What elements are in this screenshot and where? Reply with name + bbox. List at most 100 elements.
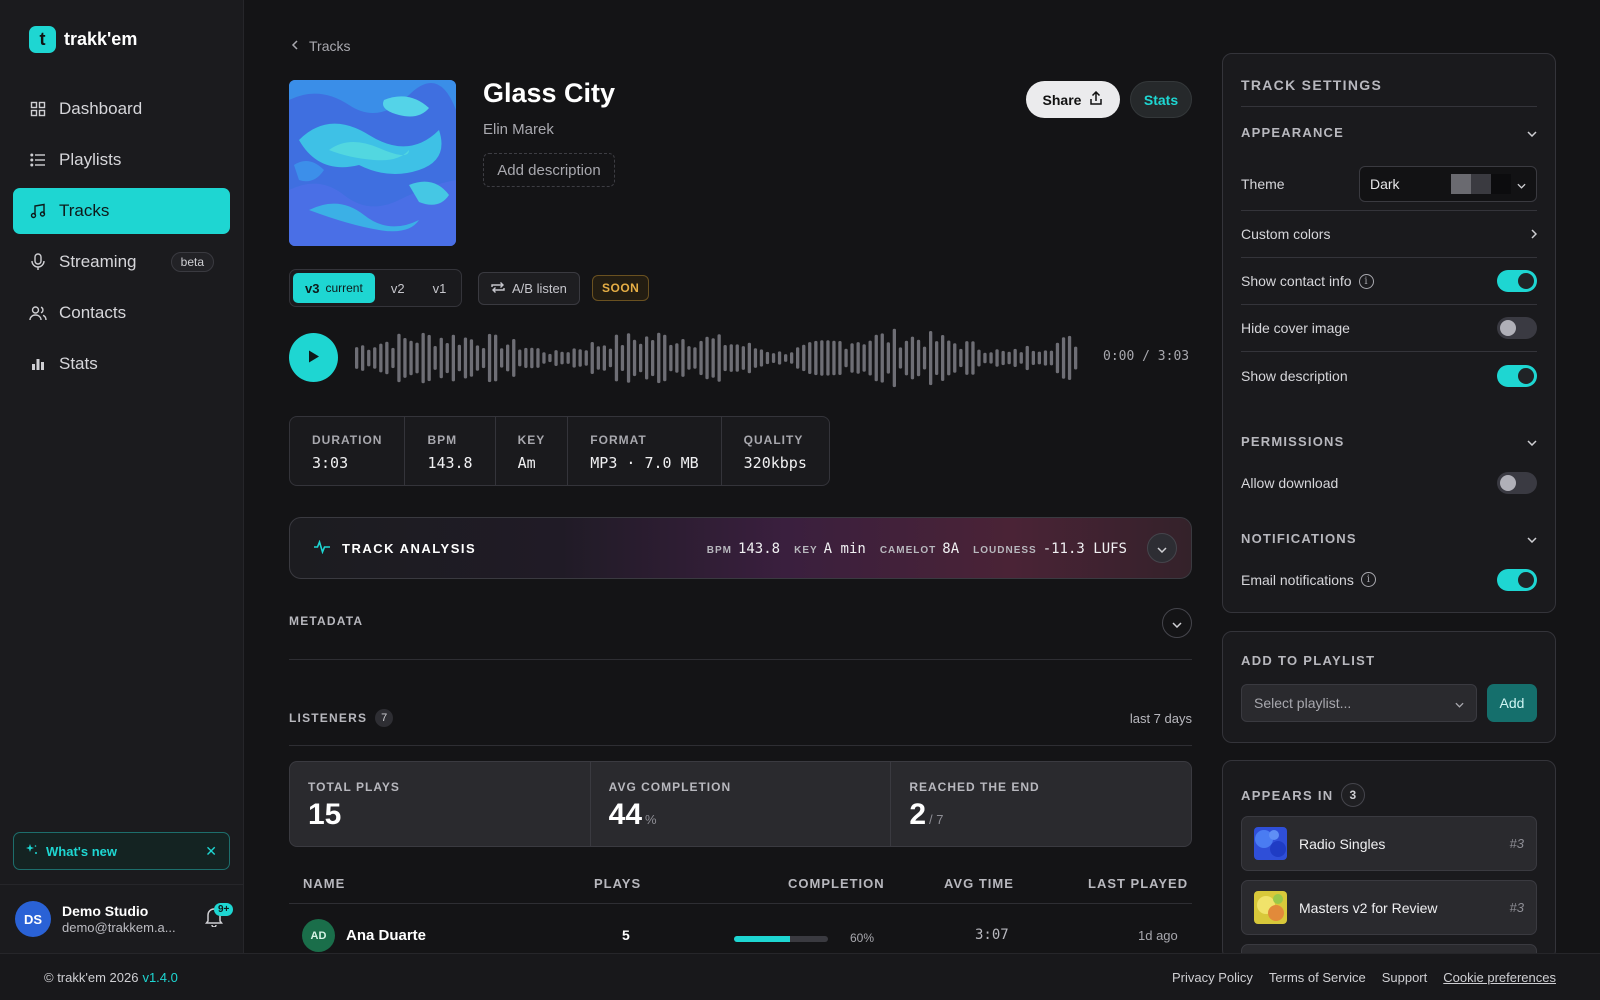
- chevron-down-icon: [1517, 176, 1526, 192]
- stats-button[interactable]: Stats: [1130, 81, 1192, 118]
- metadata-section[interactable]: METADATA: [289, 608, 1192, 660]
- completion-percent: 60%: [850, 931, 875, 945]
- expand-metadata-button[interactable]: [1162, 608, 1192, 638]
- close-icon[interactable]: ✕: [205, 843, 217, 860]
- list-item[interactable]: Masters v2 for Review #3: [1241, 880, 1537, 935]
- play-button[interactable]: [289, 333, 338, 382]
- waveform-bar: [717, 334, 721, 382]
- waveform-bar: [753, 348, 758, 368]
- sidebar: t trakk'em Dashboard Playlists Tracks St…: [0, 0, 244, 953]
- version-v1-button[interactable]: v1: [421, 273, 459, 303]
- app-name: trakk'em: [64, 29, 138, 49]
- waveform-bar: [379, 343, 383, 373]
- waveform-bar: [711, 338, 715, 378]
- sidebar-item-streaming[interactable]: Streaming beta: [13, 239, 230, 285]
- list-item[interactable]: Radio Singles #3: [1241, 816, 1537, 871]
- footer-copyright: © trakk'em 2026: [44, 969, 139, 985]
- listener-name: Ana Duarte: [346, 927, 427, 944]
- stat-avg-completion: AVG COMPLETION 44%: [591, 762, 892, 846]
- info-icon[interactable]: i: [1358, 273, 1374, 289]
- waveform[interactable]: [355, 326, 1080, 390]
- chevron-down-icon: [1455, 695, 1464, 711]
- add-description-button[interactable]: Add description: [483, 153, 615, 187]
- sidebar-item-playlists[interactable]: Playlists: [13, 137, 230, 183]
- email-notifications-label: Email notifications: [1241, 571, 1354, 588]
- waveform-bar: [880, 333, 884, 383]
- track-analysis-bar[interactable]: TRACK ANALYSIS BPM 143.8 KEY A min CAMELOT…: [289, 517, 1192, 579]
- notifications-section-toggle[interactable]: NOTIFICATIONS: [1241, 506, 1537, 556]
- add-to-playlist-button[interactable]: Add: [1487, 684, 1537, 722]
- share-button[interactable]: Share: [1026, 81, 1120, 118]
- column-header-last-played[interactable]: LAST PLAYED: [1088, 876, 1188, 891]
- waveform-bar: [959, 348, 963, 368]
- toggle-knob: [1518, 273, 1534, 289]
- column-header-name[interactable]: NAME: [303, 876, 345, 891]
- spec-format: FORMAT MP3 · 7.0 MB: [568, 417, 722, 485]
- waveform-bar: [602, 345, 606, 371]
- playlist-select[interactable]: Select playlist...: [1241, 684, 1477, 722]
- waveform-bar: [1043, 350, 1048, 366]
- column-header-avg-time[interactable]: AVG TIME: [944, 876, 1014, 891]
- hide-cover-image-row: Hide cover image: [1241, 305, 1537, 352]
- user-account[interactable]: DS Demo Studio demo@trakkem.a... 9+: [0, 884, 244, 953]
- playlist-thumbnail: [1254, 827, 1287, 860]
- footer-link-privacy[interactable]: Privacy Policy: [1172, 970, 1253, 985]
- theme-select[interactable]: Dark: [1359, 165, 1537, 202]
- app-logo[interactable]: t trakk'em: [29, 26, 137, 53]
- waveform-bar: [771, 353, 776, 363]
- waveform-bar: [922, 346, 927, 370]
- table-row[interactable]: AD Ana Duarte 5 60% 3:07 1d ago: [289, 916, 1192, 953]
- email-notifications-toggle[interactable]: [1497, 568, 1537, 591]
- breadcrumb[interactable]: Tracks: [291, 38, 350, 54]
- spec-duration: DURATION 3:03: [290, 417, 406, 485]
- waveform-bar: [802, 344, 806, 372]
- waveform-bar: [1007, 351, 1011, 365]
- waveform-bar: [777, 351, 782, 365]
- waveform-bar: [796, 347, 800, 369]
- sidebar-item-tracks[interactable]: Tracks: [13, 188, 230, 234]
- add-to-playlist-title: ADD TO PLAYLIST: [1241, 653, 1376, 668]
- waveform-bar: [391, 347, 395, 369]
- playlist-name: Masters v2 for Review: [1299, 899, 1438, 916]
- waveform-bar: [457, 344, 461, 372]
- completion-progress-fill: [734, 936, 791, 942]
- ab-listen-button[interactable]: A/B listen: [478, 272, 580, 305]
- listeners-range: last 7 days: [1129, 711, 1192, 726]
- stat-number: 44: [608, 798, 643, 831]
- sidebar-item-contacts[interactable]: Contacts: [13, 290, 230, 336]
- soon-badge: SOON: [592, 275, 650, 301]
- waveform-bar: [971, 341, 975, 375]
- sidebar-item-stats[interactable]: Stats: [13, 341, 230, 387]
- show-description-toggle[interactable]: [1497, 364, 1537, 387]
- sidebar-nav: Dashboard Playlists Tracks Streaming bet…: [13, 86, 230, 392]
- expand-analysis-button[interactable]: [1147, 533, 1177, 563]
- permissions-section-toggle[interactable]: PERMISSIONS: [1241, 399, 1537, 459]
- allow-download-toggle[interactable]: [1497, 471, 1537, 494]
- theme-label: Theme: [1241, 175, 1285, 192]
- footer-link-support[interactable]: Support: [1382, 970, 1428, 985]
- version-v3-button[interactable]: v3 current: [293, 273, 375, 303]
- analysis-metric-bpm: BPM 143.8: [707, 540, 780, 557]
- sidebar-item-dashboard[interactable]: Dashboard: [13, 86, 230, 132]
- waveform-bar: [826, 340, 830, 376]
- show-contact-info-toggle[interactable]: [1497, 270, 1537, 292]
- hide-cover-image-toggle[interactable]: [1497, 317, 1537, 339]
- footer-version[interactable]: v1.4.0: [142, 970, 177, 985]
- track-artist[interactable]: Elin Marek: [483, 121, 554, 138]
- appearance-section-toggle[interactable]: APPEARANCE: [1241, 107, 1537, 157]
- allow-download-label: Allow download: [1241, 474, 1339, 491]
- stat-value: 44%: [609, 798, 891, 832]
- whats-new-banner[interactable]: What's new ✕: [13, 832, 230, 870]
- metric-label: LOUDNESS: [973, 544, 1037, 556]
- waveform-bar: [367, 349, 371, 367]
- column-header-plays[interactable]: PLAYS: [594, 876, 641, 891]
- custom-colors-row[interactable]: Custom colors: [1241, 211, 1538, 258]
- footer-link-terms[interactable]: Terms of Service: [1269, 970, 1366, 985]
- version-v2-button[interactable]: v2: [379, 273, 417, 303]
- waveform-bar: [1074, 346, 1078, 370]
- column-header-completion[interactable]: COMPLETION: [788, 876, 885, 891]
- sidebar-item-label: Stats: [59, 354, 98, 373]
- info-icon[interactable]: i: [1360, 572, 1376, 587]
- footer-link-cookies[interactable]: Cookie preferences: [1443, 970, 1556, 985]
- waveform-bar: [451, 334, 455, 382]
